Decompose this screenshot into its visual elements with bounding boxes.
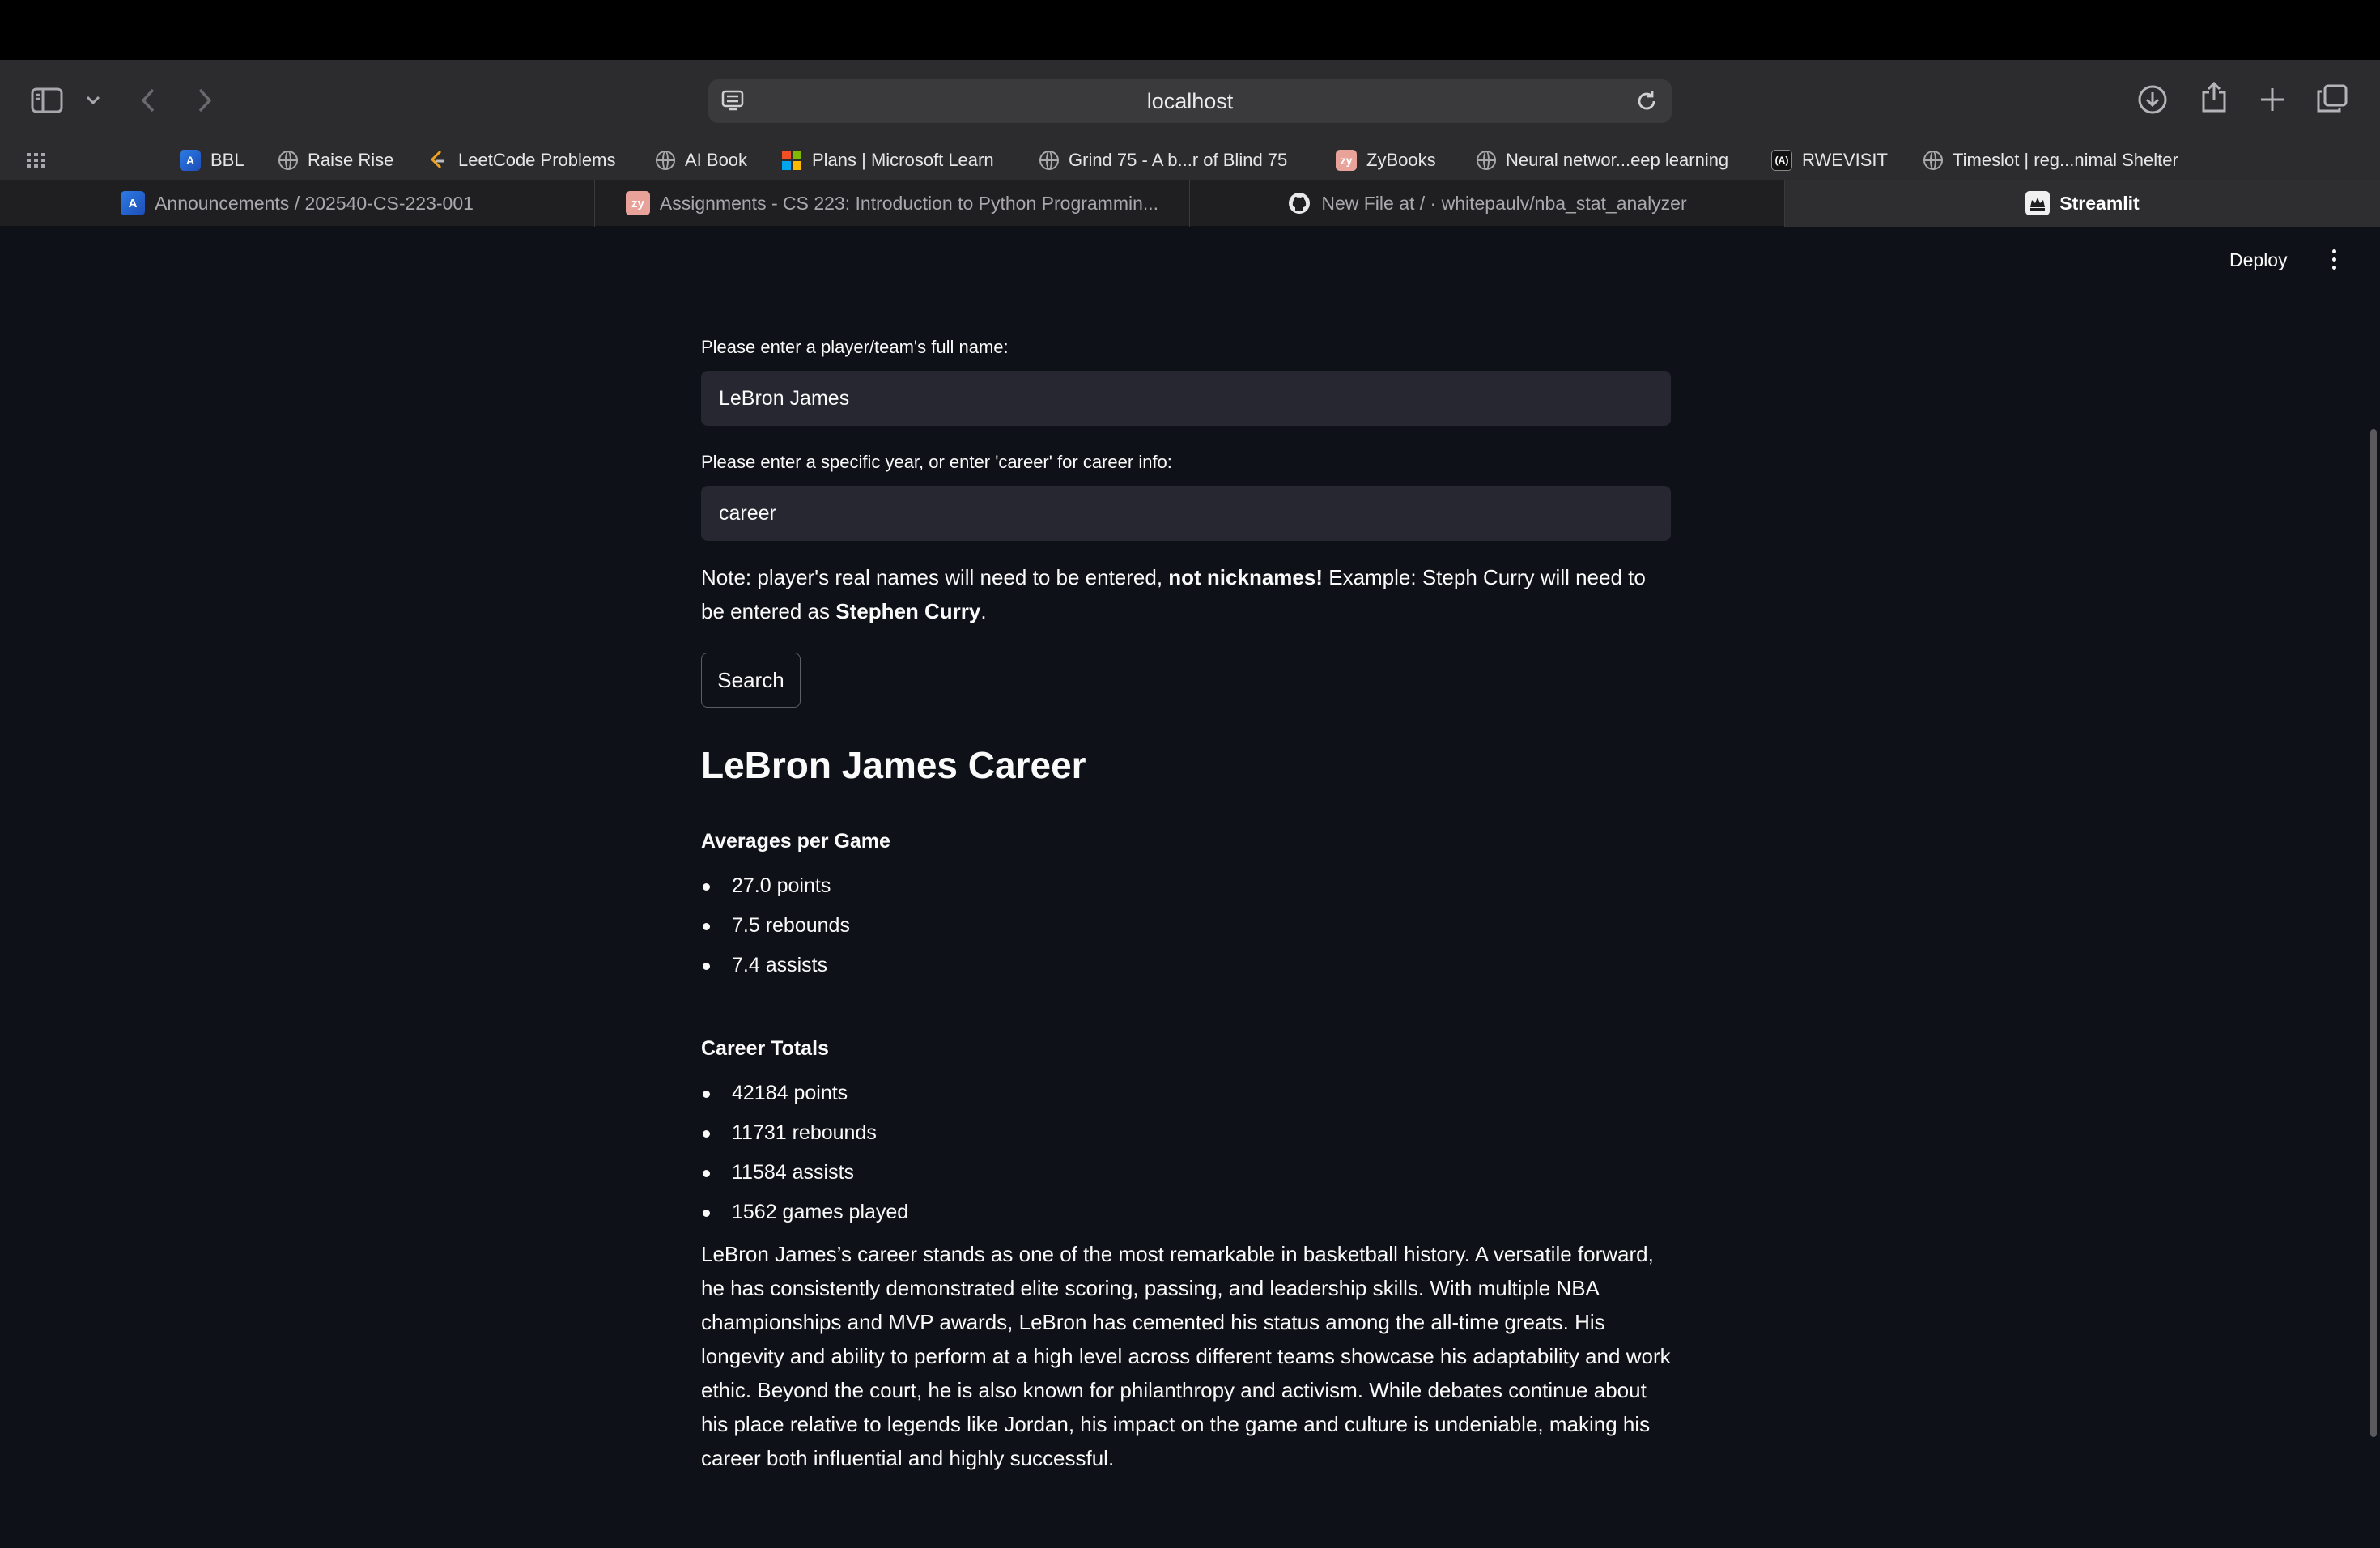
name-input-label: Please enter a player/team's full name: [701,337,1009,357]
share-icon[interactable] [2200,81,2228,113]
globe-icon [1923,151,1943,170]
globe-icon [1477,151,1496,170]
bookmark-ai-book[interactable]: AI Book [656,147,747,173]
canvas-icon: A [121,191,146,215]
list-item: 27.0 points [701,866,850,906]
github-icon [1287,191,1311,215]
result-title: LeBron James Career [701,744,1086,786]
tab-label: New File at / · whitepaulv/nba_stat_anal… [1321,192,1687,214]
deploy-button[interactable]: Deploy [2229,249,2288,271]
sidebar-toggle-icon[interactable] [31,87,63,113]
tab-label: Assignments - CS 223: Introduction to Py… [659,192,1159,214]
bookmark-raise-rise[interactable]: Raise Rise [278,147,393,173]
bookmark-label: ZyBooks [1366,150,1436,170]
note-bold: Stephen Curry [835,599,981,623]
page-settings-icon[interactable] [721,90,744,117]
list-item: 1562 games played [701,1193,908,1232]
browser-chrome: localhost A BBL Raise Rise LeetCode Prob… [0,60,2380,180]
forward-arrow-icon[interactable] [196,87,214,113]
new-tab-icon[interactable] [2259,86,2286,113]
bookmark-label: Grind 75 - A b...r of Blind 75 [1069,150,1288,170]
show-all-bookmarks-icon[interactable] [26,147,47,173]
tab-github-new-file[interactable]: New File at / · whitepaulv/nba_stat_anal… [1190,180,1785,227]
list-item: 11584 assists [701,1153,908,1193]
url-text: localhost [1146,88,1234,113]
downloads-icon[interactable] [2137,84,2168,115]
name-input[interactable] [701,371,1671,426]
averages-heading: Averages per Game [701,830,890,853]
bookmark-label: Timeslot | reg...nimal Shelter [1953,150,2178,170]
zybooks-icon: zy [625,191,650,215]
tab-bar: A Announcements / 202540-CS-223-001 zy A… [0,180,2380,227]
bookmark-rwevisit[interactable]: (A) RWEVISIT [1771,147,1888,173]
bookmark-label: BBL [210,150,244,170]
list-item: 42184 points [701,1074,908,1113]
bookmark-neural-networks[interactable]: Neural networ...eep learning [1477,147,1728,173]
bookmark-label: LeetCode Problems [458,150,616,170]
globe-icon [656,151,675,170]
tab-label: Announcements / 202540-CS-223-001 [155,192,474,214]
streamlit-icon [2025,191,2051,215]
bookmark-zybooks[interactable]: zy ZyBooks [1336,147,1436,173]
bookmark-timeslot[interactable]: Timeslot | reg...nimal Shelter [1923,147,2178,173]
reload-icon[interactable] [1634,89,1659,119]
bookmark-microsoft-learn[interactable]: Plans | Microsoft Learn [781,147,994,173]
tab-announcements[interactable]: A Announcements / 202540-CS-223-001 [0,180,595,227]
tab-label: Streamlit [2059,192,2140,214]
bookmark-grind-75[interactable]: Grind 75 - A b...r of Blind 75 [1039,147,1287,173]
tab-overview-icon[interactable] [2317,84,2348,113]
bookmark-label: RWEVISIT [1802,150,1888,170]
totals-heading: Career Totals [701,1037,829,1060]
rwevisit-icon: (A) [1771,150,1792,171]
bookmark-leetcode[interactable]: LeetCode Problems [427,147,615,173]
bookmark-bbl[interactable]: A BBL [180,147,244,173]
note-bold: not nicknames! [1168,565,1323,589]
note-text: Note: player's real names will need to b… [701,560,1671,628]
main-menu-icon[interactable] [2328,248,2341,272]
canvas-icon: A [180,150,201,171]
totals-list: 42184 points 11731 rebounds 11584 assist… [701,1074,908,1232]
bookmark-label: AI Book [685,150,748,170]
year-input[interactable] [701,486,1671,541]
note-part: . [980,599,987,623]
scrollbar[interactable] [2370,429,2377,1437]
globe-icon [1039,151,1059,170]
zybooks-icon: zy [1336,150,1357,171]
year-input-label: Please enter a specific year, or enter '… [701,452,1172,472]
note-part: Note: player's real names will need to b… [701,565,1169,589]
tab-assignments[interactable]: zy Assignments - CS 223: Introduction to… [595,180,1190,227]
list-item: 7.5 rebounds [701,906,850,946]
list-item: 11731 rebounds [701,1113,908,1153]
streamlit-app: Deploy Please enter a player/team's full… [0,227,2380,1548]
bookmarks-bar: A BBL Raise Rise LeetCode Problems AI Bo… [0,141,2380,180]
averages-list: 27.0 points 7.5 rebounds 7.4 assists [701,866,850,985]
back-arrow-icon[interactable] [139,87,157,113]
search-button[interactable]: Search [701,653,801,708]
chevron-down-icon[interactable] [86,96,100,105]
screen-top-bar [0,0,2380,60]
bookmark-label: Neural networ...eep learning [1506,150,1729,170]
bookmark-label: Plans | Microsoft Learn [812,150,994,170]
microsoft-icon [781,150,802,171]
globe-icon [278,151,298,170]
list-item: 7.4 assists [701,946,850,985]
career-summary: LeBron James’s career stands as one of t… [701,1242,1671,1470]
address-bar[interactable]: localhost [708,79,1672,123]
bookmark-label: Raise Rise [308,150,394,170]
tab-streamlit[interactable]: Streamlit [1785,180,2380,227]
leetcode-icon [427,150,448,171]
browser-toolbar: localhost [0,60,2380,142]
